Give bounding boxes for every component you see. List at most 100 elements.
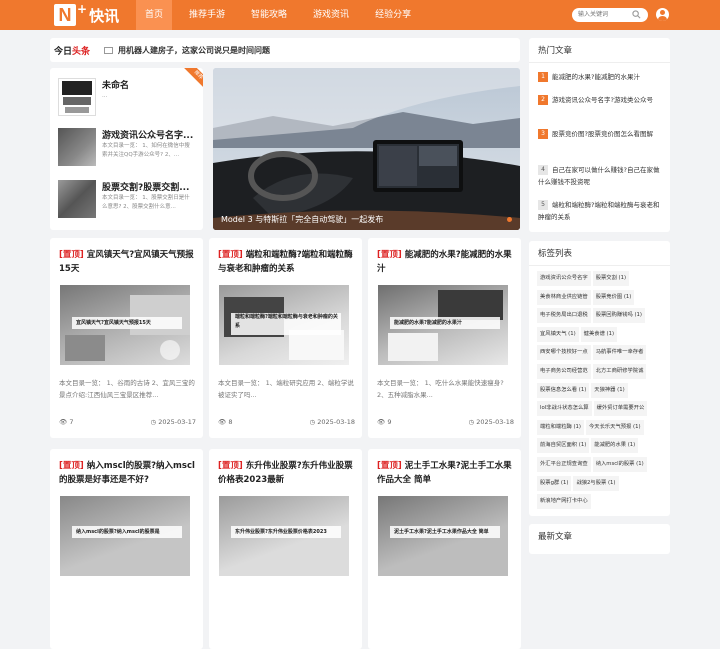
clock-icon: ◷: [150, 418, 157, 426]
divider: [529, 265, 670, 266]
article-card[interactable]: [置顶] 宜风镇天气?宜风镇天气预报15天 宜风镇天气?宜风镇天气预报15天 本…: [50, 238, 203, 438]
article-image[interactable]: 东升伟业股票?东升伟业股票价格表2023: [219, 496, 349, 576]
panel-title: 最新文章: [538, 532, 573, 542]
tag-link[interactable]: 前海自贸区面积 (1): [537, 438, 590, 454]
image-caption: 纳入mscl的股票?纳入mscl的股票是: [72, 526, 182, 538]
nav-item-experience-sharing[interactable]: 经验分享: [366, 0, 420, 30]
tag-link[interactable]: 纳入mscl的股票 (1): [592, 456, 647, 472]
article-desc: 本文目录一览： 1、吃什么水果能快速瘦身? 2、五种减脂水果...: [377, 379, 504, 399]
article-title[interactable]: [置顶] 泥土手工水果?泥土手工水果作品大全 简单: [377, 459, 515, 487]
tag-link[interactable]: 缓外贸订单需要开公: [593, 401, 648, 417]
tag-link[interactable]: 北方工商研修学院诚: [592, 363, 647, 379]
tag-link[interactable]: 战狼2与股票 (1): [573, 475, 619, 491]
article-title[interactable]: [置顶] 宜风镇天气?宜风镇天气预报15天: [59, 248, 197, 276]
tag-list-panel: 标签列表 游戏资讯公众号名字 股票交割 (1) 美食林商业供应链管 股票竞价图 …: [529, 241, 670, 516]
headline-text[interactable]: 用机器人建房子，这家公司说只是时间问题: [118, 45, 270, 56]
hot-item[interactable]: 3 股票竞价图?股票竞价图怎么看图解: [538, 128, 664, 140]
thumbnail: [58, 78, 96, 116]
panel-title: 热门文章: [538, 46, 573, 56]
view-count: 👁 8: [218, 418, 233, 426]
headline-bar: 今日头条 用机器人建房子，这家公司说只是时间问题: [50, 38, 520, 62]
hot-articles-panel: 热门文章 1 能减肥的水果?能减肥的水果汁 2 游戏资讯公众号名字?游戏类公众号 3…: [529, 38, 670, 232]
article-card[interactable]: [置顶] 泥土手工水果?泥土手工水果作品大全 简单 泥土手工水果?泥土手工水果作…: [368, 449, 521, 649]
logo-plus: +: [77, 2, 88, 16]
logo-letter: N: [54, 4, 76, 26]
nav-item-smart-guides[interactable]: 智能攻略: [242, 0, 296, 30]
article-image[interactable]: 泥土手工水果?泥土手工水果作品大全 简单: [378, 496, 508, 576]
tag-link[interactable]: 健美食谱 (1): [580, 326, 618, 342]
tag-link[interactable]: 马航事件唯一幸存者: [592, 345, 647, 361]
article-desc: 本文目录一览： 1、端粒研究应用 2、端粒学说被证实了吗...: [218, 379, 354, 399]
tag-link[interactable]: 股票g群 (1): [537, 475, 572, 491]
article-title[interactable]: [置顶] 东升伟业股票?东升伟业股票价格表2023最新: [218, 459, 356, 487]
panel-title: 标签列表: [538, 249, 573, 259]
article-image[interactable]: 纳入mscl的股票?纳入mscl的股票是: [60, 496, 190, 576]
article-image[interactable]: 能减肥的水果?能减肥的水果汁: [378, 285, 508, 365]
latest-articles-panel: 最新文章: [529, 524, 670, 554]
recommend-ribbon: 推荐: [183, 68, 203, 88]
nav-item-recommended-games[interactable]: 推荐手游: [180, 0, 234, 30]
article-card[interactable]: [置顶] 东升伟业股票?东升伟业股票价格表2023最新 东升伟业股票?东升伟业股…: [209, 449, 362, 649]
article-card[interactable]: [置顶] 能减肥的水果?能减肥的水果汁 能减肥的水果?能减肥的水果汁 本文目录一…: [368, 238, 521, 438]
tag-link[interactable]: 股票竞价图 (1): [592, 289, 635, 305]
list-item-title[interactable]: 股票交割?股票交割...: [102, 180, 197, 193]
hot-item[interactable]: 1 能减肥的水果?能减肥的水果汁: [538, 71, 664, 83]
list-item-desc: 本文目录一览： 1、如何在微信中搜索并关注QQ手游公众号? 2、...: [102, 143, 190, 158]
tag-link[interactable]: 游戏资讯公众号名字: [537, 271, 591, 286]
tag-link[interactable]: 股票信息怎么看 (1): [537, 382, 590, 398]
nav-item-home[interactable]: 首页: [136, 0, 173, 30]
toutiao-logo: 今日头条: [54, 46, 91, 57]
article-card[interactable]: [置顶] 纳入mscl的股票?纳入mscl的股票是好事还是不好? 纳入mscl的…: [50, 449, 203, 649]
site-logo[interactable]: N + 快讯: [54, 2, 120, 27]
nav-item-game-news[interactable]: 游戏资讯: [304, 0, 358, 30]
tag-link[interactable]: 外汇平台正规查询查: [537, 456, 591, 472]
tag-link[interactable]: 宜风镇天气 (1): [537, 326, 579, 342]
tag-link[interactable]: 股票交割 (1): [592, 271, 630, 286]
article-image[interactable]: 宜风镇天气?宜风镇天气预报15天: [60, 285, 190, 365]
slider-indicator[interactable]: [507, 217, 512, 222]
tag-link[interactable]: lol非战斗状态怎么算: [537, 401, 592, 417]
article-title[interactable]: [置顶] 端粒和端粒酶?端粒和端粒酶与衰老和肿瘤的关系: [218, 248, 356, 276]
tag-link[interactable]: 电子税务局出口退税: [537, 308, 591, 324]
eye-icon: 👁: [377, 418, 386, 426]
tag-link[interactable]: 股票回购赚钱吗 (1): [592, 308, 645, 324]
hot-item[interactable]: 5 端粒和端粒酶?端粒和端粒酶与衰老和肿瘤的关系: [538, 199, 664, 223]
search-icon[interactable]: [632, 10, 641, 19]
article-desc: 本文目录一览： 1、谷雨的古诗 2、宜风三宝的景点介绍:江西仙风三宝景区推荐..…: [59, 379, 195, 399]
tag-link[interactable]: 新浪地产网打卡中心: [537, 494, 591, 510]
tag-link[interactable]: 西安哪个技校好一点: [537, 345, 591, 361]
list-item[interactable]: 游戏资讯公众号名字... 本文目录一览： 1、如何在微信中搜索并关注QQ手游公众…: [58, 128, 198, 168]
tag-cloud: 游戏资讯公众号名字 股票交割 (1) 美食林商业供应链管 股票竞价图 (1) 电…: [537, 271, 665, 513]
list-item-desc: ...: [102, 93, 108, 99]
list-item-title[interactable]: 游戏资讯公众号名字...: [102, 128, 197, 141]
hero-slider[interactable]: Model 3 与特斯拉「完全自动驾驶」一起发布: [213, 68, 520, 230]
publish-date: ◷ 2025-03-17: [150, 418, 196, 426]
hero-caption[interactable]: Model 3 与特斯拉「完全自动驾驶」一起发布: [221, 214, 383, 225]
tag-link[interactable]: 今天长乐天气预报 (1): [585, 419, 644, 435]
hot-item[interactable]: 2 游戏资讯公众号名字?游戏类公众号: [538, 94, 664, 106]
eye-icon: 👁: [59, 418, 68, 426]
article-card[interactable]: [置顶] 端粒和端粒酶?端粒和端粒酶与衰老和肿瘤的关系 端粒和端粒酶?端粒和端粒…: [209, 238, 362, 438]
logo-text: 快讯: [89, 6, 120, 25]
clock-icon: ◷: [468, 418, 475, 426]
list-item[interactable]: 股票交割?股票交割... 本文目录一览： 1、股票交割日是什么意思? 2、股票交…: [58, 180, 198, 220]
user-avatar-icon[interactable]: [656, 8, 669, 21]
image-caption: 能减肥的水果?能减肥的水果汁: [390, 317, 500, 329]
article-title[interactable]: [置顶] 纳入mscl的股票?纳入mscl的股票是好事还是不好?: [59, 459, 197, 487]
article-title[interactable]: [置顶] 能减肥的水果?能减肥的水果汁: [377, 248, 515, 276]
tag-link[interactable]: 电子商务公司经营范: [537, 363, 591, 379]
eye-icon: 👁: [218, 418, 227, 426]
tag-link[interactable]: 美食林商业供应链管: [537, 289, 591, 305]
tag-link[interactable]: 端粒和端粒酶 (1): [537, 419, 584, 435]
tag-link[interactable]: 天狼神器 (1): [591, 382, 628, 398]
publish-date: ◷ 2025-03-18: [309, 418, 355, 426]
view-count: 👁 9: [377, 418, 392, 426]
list-item[interactable]: 未命名 ...: [58, 78, 198, 118]
hot-item[interactable]: 4 自己在家可以做什么赚钱?自己在家做什么赚钱不投资呢: [538, 164, 664, 188]
view-count: 👁 7: [59, 418, 74, 426]
article-image[interactable]: 端粒和端粒酶?端粒和端粒酶与衰老和肿瘤的关系: [219, 285, 349, 365]
publish-date: ◷ 2025-03-18: [468, 418, 514, 426]
divider: [529, 62, 670, 63]
tag-link[interactable]: 能减肥的水果 (1): [591, 438, 639, 454]
image-caption: 宜风镇天气?宜风镇天气预报15天: [72, 317, 182, 329]
